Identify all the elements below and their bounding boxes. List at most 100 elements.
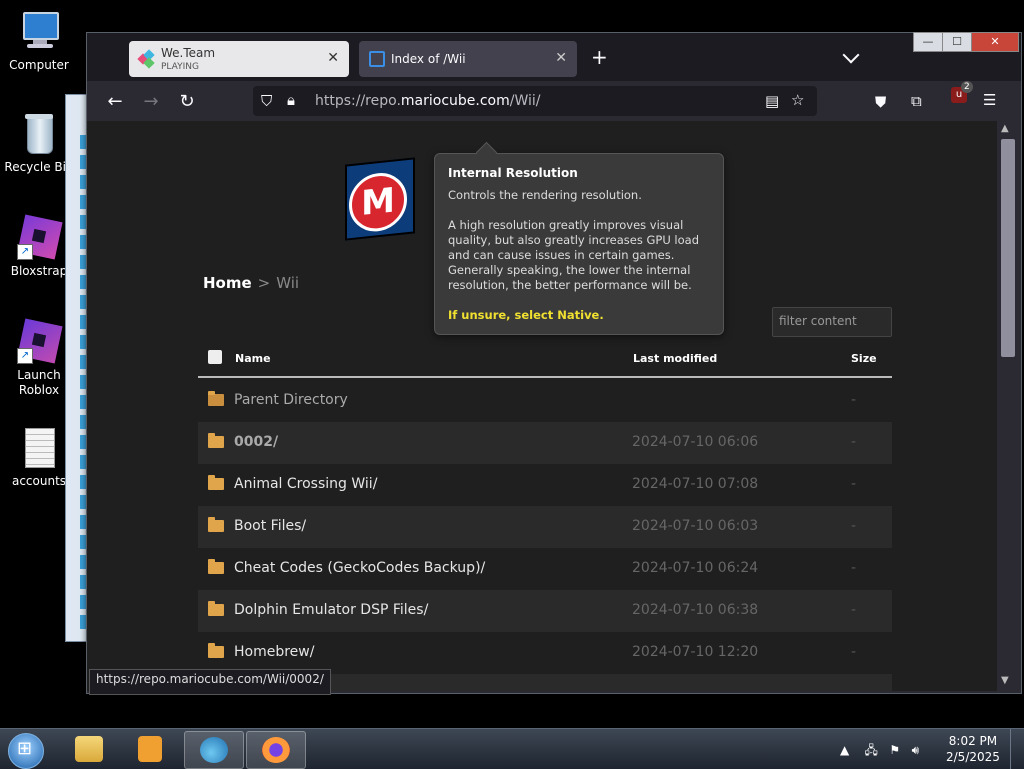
column-name[interactable]: Name [235,352,271,365]
folder-icon [208,643,224,658]
file-size: - [851,560,857,576]
file-modified: 2024-07-10 06:03 [632,518,759,534]
file-modified: 2024-07-10 06:38 [632,602,759,618]
breadcrumb: Home > Wii [203,274,299,292]
url-text[interactable]: https://repo.mariocube.com/Wii/ [315,93,541,109]
file-modified: 2024-07-10 06:06 [632,434,759,450]
file-size: - [851,644,857,660]
maximize-button[interactable]: ☐ [942,32,972,52]
new-tab-button[interactable]: + [591,45,608,69]
file-name[interactable]: Dolphin Emulator DSP Files/ [234,602,428,618]
file-modified: 2024-07-10 07:08 [632,476,759,492]
file-list: Parent Directory - 0002/ 2024-07-10 06:0… [198,380,892,691]
extension-badge: 2 [961,81,973,93]
file-name[interactable]: Homebrew/ [234,644,314,660]
desktop-icon-computer[interactable]: Computer [1,10,77,73]
table-row[interactable]: Parent Directory - [198,380,892,422]
file-name[interactable]: Boot Files/ [234,518,306,534]
folder-up-icon [208,391,224,406]
close-icon[interactable]: ✕ [327,50,339,66]
breadcrumb-home[interactable]: Home [203,274,252,292]
weteam-icon [137,49,155,69]
url-bar[interactable]: ⛉ 🔒︎ https://repo.mariocube.com/Wii/ ▤ ☆ [253,86,817,116]
action-center-flag-icon[interactable]: ⚑ [889,743,900,757]
file-modified: 2024-07-10 06:24 [632,560,759,576]
chevron-down-icon[interactable] [842,46,860,64]
folder-icon [208,433,224,448]
pocket-icon[interactable]: ⛊ [875,93,886,111]
firefox-icon [262,737,290,763]
folder-icon [208,601,224,616]
taskbar-dolphin[interactable] [184,731,244,769]
forward-button[interactable]: → [140,91,162,112]
minimize-button[interactable]: — [913,32,943,52]
network-icon[interactable]: 🖧︎ [865,743,878,757]
file-modified: 2024-07-10 12:20 [632,644,759,660]
scroll-down-icon[interactable]: ▼ [1001,675,1009,686]
tooltip-title: Internal Resolution [448,166,578,180]
close-icon[interactable]: ✕ [555,50,567,66]
folder-icon [75,736,103,762]
table-row[interactable]: Cheat Codes (GeckoCodes Backup)/ 2024-07… [198,548,892,590]
table-row[interactable]: Boot Files/ 2024-07-10 06:03 - [198,506,892,548]
dolphin-icon [200,737,228,763]
folder-icon [208,559,224,574]
browser-window: We.Team PLAYING ✕ Index of /Wii ✕ + — ☐ … [86,32,1022,695]
column-last-modified[interactable]: Last modified [633,352,717,365]
close-window-button[interactable]: ✕ [971,32,1019,52]
bookmark-star-icon[interactable]: ☆ [791,91,804,109]
clock-date: 2/5/2025 [946,750,1000,764]
volume-icon[interactable]: 🔊︎ [912,743,920,757]
reload-button[interactable]: ↻ [176,91,198,112]
tab-strip: We.Team PLAYING ✕ Index of /Wii ✕ + — ☐ … [87,32,1021,81]
recycle-bin-icon [17,112,61,156]
filter-input[interactable] [773,308,895,334]
back-button[interactable]: ← [104,91,126,112]
scroll-up-icon[interactable]: ▲ [1001,123,1009,134]
table-row[interactable]: Dolphin Emulator DSP Files/ 2024-07-10 0… [198,590,892,632]
status-url: https://repo.mariocube.com/Wii/0002/ [89,669,331,695]
taskbar-explorer[interactable] [60,731,118,767]
file-name[interactable]: 0002/ [234,434,278,450]
file-size: - [851,518,857,534]
table-header: Name Last modified Size [198,346,892,378]
tab-index-of-wii[interactable]: Index of /Wii ✕ [359,41,577,77]
taskbar-media-player[interactable] [120,731,178,767]
tooltip-body: A high resolution greatly improves visua… [448,218,700,292]
clock[interactable]: 8:02 PM 2/5/2025 [946,733,1000,765]
extensions-icon[interactable]: ⧉ [911,92,922,110]
column-size[interactable]: Size [851,352,877,365]
nav-toolbar: ← → ↻ ⛉ 🔒︎ https://repo.mariocube.com/Wi… [87,81,1021,121]
show-hidden-icons-icon[interactable]: ▲ [840,743,849,757]
table-row[interactable]: Homebrew/ 2024-07-10 12:20 - [198,632,892,674]
file-size: - [851,602,857,618]
folder-icon [208,475,224,490]
table-row[interactable]: Animal Crossing Wii/ 2024-07-10 07:08 - [198,464,892,506]
tab-weteam[interactable]: We.Team PLAYING ✕ [129,41,349,77]
file-name[interactable]: Cheat Codes (GeckoCodes Backup)/ [234,560,485,576]
shield-icon[interactable]: ⛉ [261,92,272,110]
taskbar: ▲ 🖧︎ ⚑ 🔊︎ 8:02 PM 2/5/2025 [0,728,1024,769]
computer-icon [17,10,61,54]
reader-view-icon[interactable]: ▤ [765,92,779,110]
scrollbar-thumb[interactable] [1001,139,1015,357]
tab-title: Index of /Wii [391,52,466,66]
file-name[interactable]: Animal Crossing Wii/ [234,476,377,492]
tooltip-subtitle: Controls the rendering resolution. [448,188,642,202]
file-size: - [851,392,857,408]
system-tray: ▲ 🖧︎ ⚑ 🔊︎ [840,741,919,762]
menu-icon[interactable]: ☰ [983,91,996,109]
taskbar-firefox[interactable] [246,731,306,769]
file-size: - [851,476,857,492]
start-button[interactable] [8,733,44,769]
select-all-checkbox[interactable] [208,350,222,364]
show-desktop-button[interactable] [1010,729,1024,769]
page-icon [369,51,385,67]
lock-icon[interactable]: 🔒︎ [287,91,295,109]
ublock-extension-icon[interactable]: u2 [951,81,973,103]
vertical-scrollbar[interactable]: ▲ ▼ [997,121,1019,691]
desktop-icon-label: Computer [9,58,69,72]
file-name[interactable]: Parent Directory [234,392,348,408]
breadcrumb-separator: > [257,274,271,292]
table-row[interactable]: 0002/ 2024-07-10 06:06 - [198,422,892,464]
